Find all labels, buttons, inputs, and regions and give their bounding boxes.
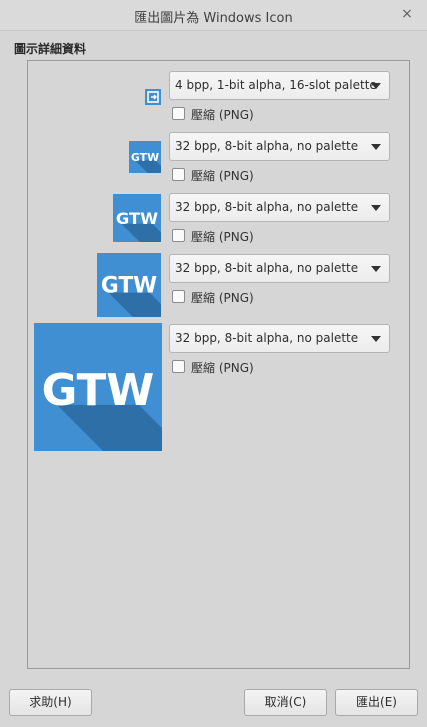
format-select-value: 32 bpp, 8-bit alpha, no palette: [175, 261, 359, 275]
format-select-value: 32 bpp, 8-bit alpha, no palette: [175, 200, 359, 214]
window-title: 匯出圖片為 Windows Icon: [134, 11, 293, 26]
compress-label: 壓縮 (PNG): [191, 291, 254, 305]
format-select-value: 32 bpp, 8-bit alpha, no palette: [175, 139, 359, 153]
compress-label: 壓縮 (PNG): [191, 108, 254, 122]
icon-text: GTW: [131, 151, 159, 164]
gtw-logo-icon: GTW: [97, 253, 161, 317]
gtw-logo-icon: GTW: [113, 194, 161, 242]
format-select-4[interactable]: 32 bpp, 8-bit alpha, no palette: [169, 254, 390, 283]
dropdown-arrow-icon: [371, 336, 381, 342]
icon-text: GTW: [42, 366, 155, 416]
format-select-value: 4 bpp, 1-bit alpha, 16-slot palette: [175, 78, 377, 92]
dropdown-arrow-icon: [371, 266, 381, 272]
icon-text: GTW: [116, 209, 158, 228]
format-select-2[interactable]: 32 bpp, 8-bit alpha, no palette: [169, 132, 390, 161]
help-button[interactable]: 求助(H): [9, 689, 92, 716]
compress-checkbox-1[interactable]: [172, 107, 185, 120]
section-title: 圖示詳細資料: [14, 42, 87, 56]
gtw-logo-icon: GTW: [129, 141, 161, 173]
compress-checkbox-5[interactable]: [172, 360, 185, 373]
format-select-value: 32 bpp, 8-bit alpha, no palette: [175, 331, 359, 345]
compress-checkbox-3[interactable]: [172, 229, 185, 242]
format-select-1[interactable]: 4 bpp, 1-bit alpha, 16-slot palette: [169, 71, 390, 100]
compress-label: 壓縮 (PNG): [191, 230, 254, 244]
title-bar: 匯出圖片為 Windows Icon ×: [0, 0, 427, 31]
dropdown-arrow-icon: [371, 205, 381, 211]
compress-checkbox-2[interactable]: [172, 168, 185, 181]
dropdown-arrow-icon: [371, 83, 381, 89]
compress-label: 壓縮 (PNG): [191, 169, 254, 183]
dropdown-arrow-icon: [371, 144, 381, 150]
cancel-button[interactable]: 取消(C): [244, 689, 327, 716]
format-select-3[interactable]: 32 bpp, 8-bit alpha, no palette: [169, 193, 390, 222]
close-icon[interactable]: ×: [399, 6, 415, 22]
format-select-5[interactable]: 32 bpp, 8-bit alpha, no palette: [169, 324, 390, 353]
compress-label: 壓縮 (PNG): [191, 361, 254, 375]
gtw-logo-icon: GTW: [34, 323, 162, 451]
icon-text: GTW: [101, 274, 157, 299]
small-export-icon: [145, 89, 161, 105]
compress-checkbox-4[interactable]: [172, 290, 185, 303]
export-button[interactable]: 匯出(E): [335, 689, 418, 716]
